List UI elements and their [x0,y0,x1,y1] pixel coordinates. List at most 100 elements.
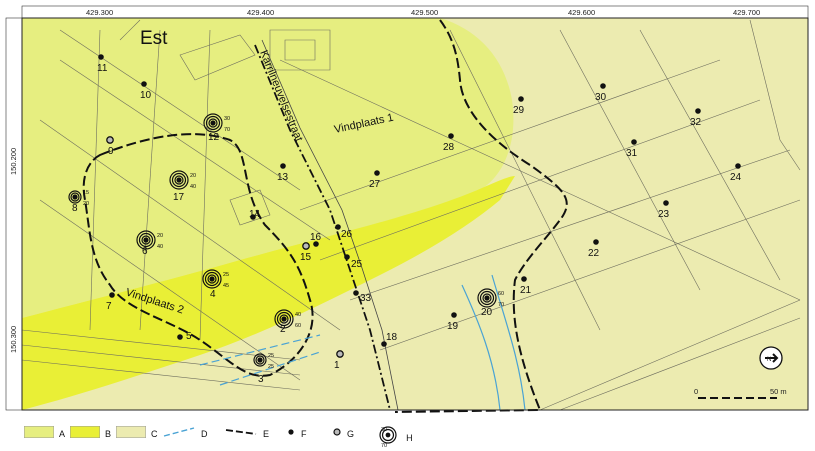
find-dot [521,276,527,282]
find-dot [663,200,669,206]
point-value-bottom: 60 [295,323,301,329]
point-value-bottom: 40 [157,244,163,250]
point-number: 13 [277,172,289,183]
find-dot [280,163,286,169]
svg-text:150.300: 150.300 [9,326,18,353]
svg-text:429.700: 429.700 [733,8,760,17]
archaeological-site-map: 429.300 429.400 429.500 429.600 429.700 … [0,0,815,451]
svg-text:429.600: 429.600 [568,8,595,17]
legend-swatch [286,425,296,443]
point-number: 28 [443,142,455,153]
legend-label: D [201,429,208,439]
point-number: 31 [626,148,638,159]
find-dot [109,292,115,298]
point-value-top: 30 [224,116,230,122]
legend-ring-values: 30 70 [381,426,388,449]
legend: A B C D E F G 30 70 H [22,416,808,451]
point-number: 16 [310,232,322,243]
legend-swatch [162,425,196,443]
concentric-ring [257,357,263,363]
point-number: 24 [730,172,742,183]
point-number: 5 [186,331,192,342]
point-number: 23 [658,209,670,220]
svg-text:50 m: 50 m [770,387,787,396]
point-number: 3 [258,374,264,385]
point-value-bottom: 70 [224,127,230,133]
find-dot [600,83,606,89]
concentric-ring [176,177,182,183]
legend-label: B [105,429,112,439]
point-value-top: 20 [190,173,196,179]
point-number: 4 [210,289,216,300]
find-dot [374,170,380,176]
legend-label: E [263,429,270,439]
point-value-bottom: 40 [190,184,196,190]
find-dot [98,54,104,60]
find-dot [448,133,454,139]
legend-label: H [406,432,413,443]
legend-label: G [347,429,355,439]
point-number: 14 [249,209,261,220]
point-value-top: 40 [295,312,301,318]
sample-point: 14 [249,209,261,220]
legend-label: C [151,429,158,439]
find-dot [451,312,457,318]
legend-swatch [69,425,101,443]
concentric-ring [484,295,490,301]
legend-swatch [115,425,147,443]
point-value-bottom: 70 [498,302,504,308]
concentric-ring [143,237,149,243]
legend-label: F [301,429,307,439]
point-number: 33 [360,293,372,304]
point-number: 32 [690,117,702,128]
svg-text:N: N [767,357,771,363]
legend-item-e: E [224,425,269,443]
find-dot [695,108,701,114]
point-value-top: 20 [157,233,163,239]
left-coordinate-axis: 150.200 150.300 [5,17,23,411]
point-value-bottom: 45 [223,283,229,289]
point-value-top: 15 [83,190,89,196]
find-dot [177,334,183,340]
point-number: 8 [72,203,78,214]
svg-text:429.400: 429.400 [247,8,274,17]
point-number: 18 [386,332,398,343]
point-number: 29 [513,105,525,116]
concentric-ring [210,120,216,126]
find-dot [593,239,599,245]
point-number: 25 [351,259,363,270]
legend-item-b: B [69,425,112,443]
find-dot [735,163,741,169]
find-dot [344,254,350,260]
find-dot [141,81,147,87]
sample-point: 9 [106,136,114,157]
point-value-bottom: 20 [83,201,89,207]
point-number: 10 [140,90,152,101]
north-arrow-icon: N [759,346,783,370]
point-number: 19 [447,321,459,332]
legend-swatch [224,425,258,443]
point-number: 6 [142,246,148,257]
point-number: 9 [108,146,114,157]
point-number: 26 [341,229,353,240]
point-number: 17 [173,192,185,203]
legend-item-a: A [23,425,65,443]
svg-text:150.200: 150.200 [9,148,18,175]
point-value-top: 25 [268,353,274,359]
svg-text:429.500: 429.500 [411,8,438,17]
legend-item-d: D [162,425,208,443]
svg-text:429.300: 429.300 [86,8,113,17]
point-number: 12 [208,132,220,143]
legend-item-h: 30 70 H [378,425,413,450]
find-dot [353,290,359,296]
find-dot [631,139,637,145]
concentric-ring [281,316,287,322]
site-title: Est [140,28,168,49]
legend-item-f: F [286,425,307,443]
legend-item-g: G [332,425,354,443]
point-number: 27 [369,179,381,190]
svg-text:0: 0 [694,387,698,396]
find-dot [335,224,341,230]
find-dot [518,96,524,102]
point-number: 22 [588,248,600,259]
